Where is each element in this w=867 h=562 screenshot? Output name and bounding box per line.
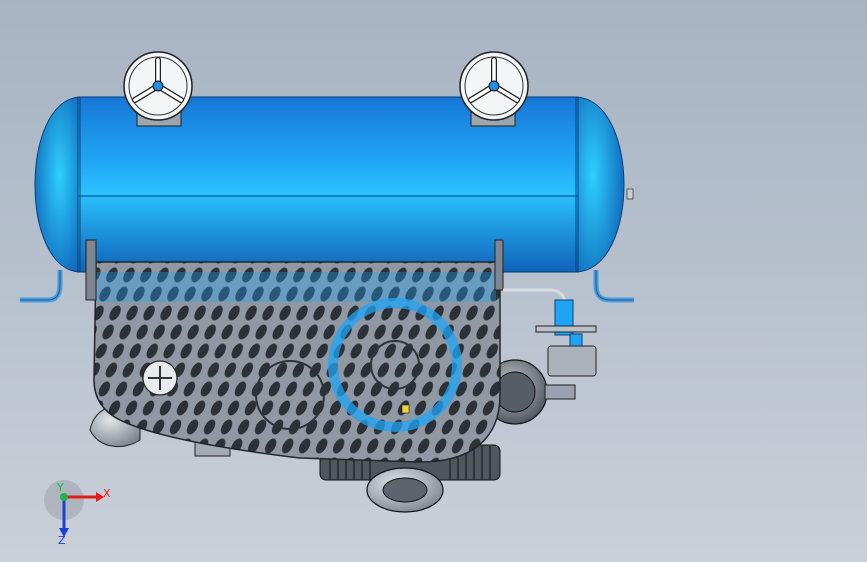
motor-pulley[interactable] [366, 467, 444, 513]
coordinate-triad: X Y Z [44, 480, 111, 547]
tank-foot-left [20, 270, 63, 303]
y-axis-label: Y [56, 481, 64, 494]
tank-foot-right [593, 270, 634, 303]
tank-left-end-cap [34, 96, 81, 273]
x-axis-label: X [103, 487, 111, 500]
air-tank[interactable] [34, 96, 634, 273]
y-axis-dot [60, 493, 68, 501]
z-axis-label: Z [58, 534, 66, 547]
belt-guard[interactable] [80, 239, 520, 470]
tank-right-end-cap [575, 96, 625, 273]
cad-viewport[interactable]: X Y Z [0, 0, 867, 562]
